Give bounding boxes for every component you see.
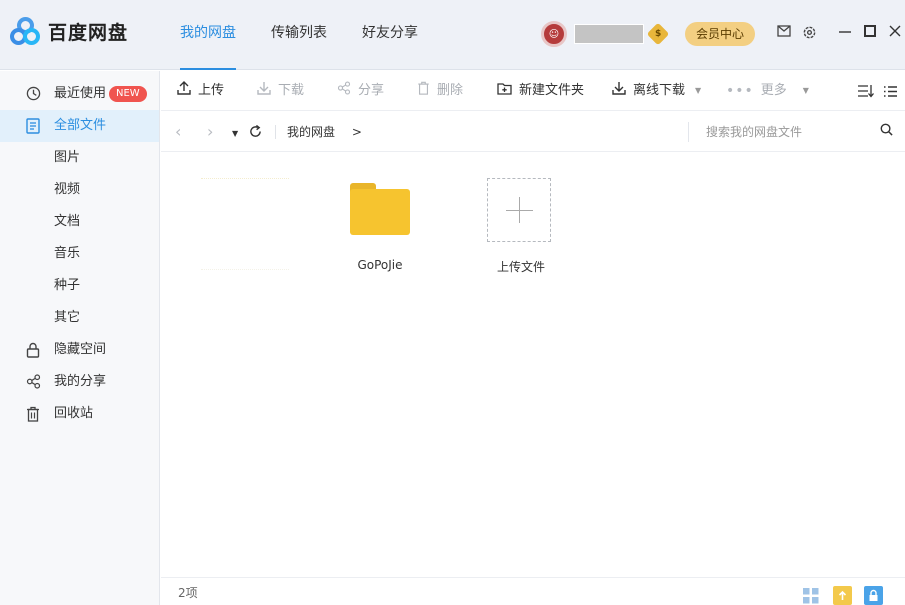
delete-button[interactable]: 删除: [417, 71, 463, 111]
history-dropdown-icon[interactable]: ▼: [232, 124, 238, 144]
share-label: 分享: [358, 83, 385, 98]
grid-view-icon[interactable]: [802, 587, 821, 605]
toolbar: 上传 下载 分享 删除 新建文件夹 离线下载 ▼ ••• 更多 ▼: [161, 71, 905, 111]
app-name: 百度网盘: [48, 21, 129, 44]
sidebar: 最近使用 NEW 全部文件 图片 视频 文档 音乐 种子 其它 隐藏空间 我的分…: [0, 71, 160, 605]
download-label: 下载: [278, 83, 305, 98]
user-info: ☺ $: [541, 21, 670, 47]
plus-icon: [487, 178, 551, 242]
item-count: 2项: [178, 586, 198, 600]
minimize-icon[interactable]: [837, 25, 853, 41]
app-logo: 百度网盘: [10, 17, 128, 45]
new-folder-icon: [497, 71, 512, 111]
file-list-icon: [25, 118, 41, 134]
share-button[interactable]: 分享: [337, 71, 384, 111]
download-icon: [257, 71, 271, 111]
divider: [275, 125, 276, 139]
upload-transfer-icon[interactable]: [833, 586, 852, 605]
breadcrumb-item-my-disk[interactable]: 我的网盘: [287, 125, 335, 139]
upload-label: 上传: [198, 83, 225, 98]
folder-icon: [350, 183, 410, 235]
more-label: 更多: [760, 83, 787, 98]
more-button[interactable]: ••• 更多 ▼: [726, 71, 809, 111]
sidebar-item-documents[interactable]: 文档: [0, 206, 159, 238]
cloud-logo-icon: [10, 17, 42, 45]
search-input[interactable]: [689, 122, 859, 142]
sidebar-item-hidden-space[interactable]: 隐藏空间: [0, 334, 159, 366]
sidebar-item-others[interactable]: 其它: [0, 302, 159, 334]
chevron-down-icon[interactable]: ▼: [695, 71, 701, 111]
clock-icon: [25, 86, 41, 102]
address-bar: ‹ › ▼ 我的网盘 >: [161, 112, 905, 152]
sidebar-item-label: 隐藏空间: [54, 342, 107, 357]
sidebar-item-label: 回收站: [54, 406, 94, 421]
upload-file-label: 上传文件: [496, 260, 545, 274]
upload-button[interactable]: 上传: [177, 71, 224, 111]
sidebar-item-label: 最近使用: [54, 86, 107, 101]
vip-center-button[interactable]: 会员中心: [685, 22, 755, 46]
breadcrumb: 我的网盘 >: [287, 112, 362, 152]
forward-icon[interactable]: ›: [207, 122, 213, 142]
delete-label: 删除: [437, 83, 464, 98]
offline-download-label: 离线下载: [633, 83, 686, 98]
chevron-down-icon[interactable]: ▼: [803, 71, 809, 111]
close-icon[interactable]: [887, 25, 903, 41]
download-icon: [612, 71, 626, 111]
offline-download-button[interactable]: 离线下载 ▼: [612, 71, 701, 111]
main-tabs: 我的网盘 传输列表 好友分享: [170, 0, 443, 70]
sidebar-item-all-files[interactable]: 全部文件: [0, 110, 159, 142]
maximize-icon[interactable]: [862, 25, 878, 41]
sidebar-item-label: 其它: [54, 310, 81, 325]
coin-icon[interactable]: $: [646, 22, 670, 46]
file-grid: GoPoJie 上传文件: [161, 153, 905, 577]
sidebar-item-music[interactable]: 音乐: [0, 238, 159, 270]
faded-thumbnail: [201, 178, 289, 270]
sidebar-item-label: 全部文件: [54, 118, 107, 133]
sidebar-item-images[interactable]: 图片: [0, 142, 159, 174]
trash-icon: [417, 71, 430, 111]
search-box: [688, 122, 893, 142]
sort-icon: [858, 85, 874, 98]
settings-icon[interactable]: [801, 25, 817, 41]
download-button[interactable]: 下载: [257, 71, 304, 111]
sidebar-item-label: 视频: [54, 182, 81, 197]
tab-transfer-list[interactable]: 传输列表: [261, 0, 337, 70]
sidebar-item-recycle-bin[interactable]: 回收站: [0, 398, 159, 430]
share-icon: [25, 374, 41, 390]
title-bar: 百度网盘 我的网盘 传输列表 好友分享 ☺ $ 会员中心: [0, 0, 905, 70]
tab-friend-share[interactable]: 好友分享: [352, 0, 428, 70]
mail-icon[interactable]: [776, 25, 792, 41]
folder-name: GoPoJie: [357, 258, 403, 272]
list-view-icon: [884, 85, 897, 97]
share-icon: [337, 71, 351, 111]
more-icon: •••: [726, 83, 754, 99]
username-redacted: [574, 24, 644, 44]
list-view-button[interactable]: [883, 71, 898, 111]
sidebar-item-label: 图片: [54, 150, 81, 165]
sidebar-item-label: 我的分享: [54, 374, 107, 389]
new-folder-button[interactable]: 新建文件夹: [497, 71, 584, 111]
upload-icon: [177, 71, 191, 111]
avatar[interactable]: ☺: [541, 21, 567, 47]
sidebar-item-label: 文档: [54, 214, 81, 229]
search-icon[interactable]: [880, 123, 893, 140]
sidebar-item-label: 音乐: [54, 246, 81, 261]
back-icon[interactable]: ‹: [175, 122, 181, 142]
sort-button[interactable]: [857, 71, 874, 111]
new-folder-label: 新建文件夹: [519, 83, 585, 98]
refresh-icon[interactable]: [249, 123, 262, 143]
new-badge: NEW: [109, 86, 147, 102]
sidebar-item-label: 种子: [54, 278, 81, 293]
sidebar-item-recent[interactable]: 最近使用 NEW: [0, 78, 159, 110]
trash-icon: [25, 406, 41, 422]
status-bar: 2项: [161, 577, 905, 605]
sidebar-item-my-share[interactable]: 我的分享: [0, 366, 159, 398]
tab-my-disk[interactable]: 我的网盘: [170, 0, 246, 70]
breadcrumb-separator: >: [351, 125, 362, 139]
sidebar-item-torrents[interactable]: 种子: [0, 270, 159, 302]
lock-icon[interactable]: [864, 586, 883, 605]
lock-icon: [25, 342, 41, 358]
sidebar-item-videos[interactable]: 视频: [0, 174, 159, 206]
